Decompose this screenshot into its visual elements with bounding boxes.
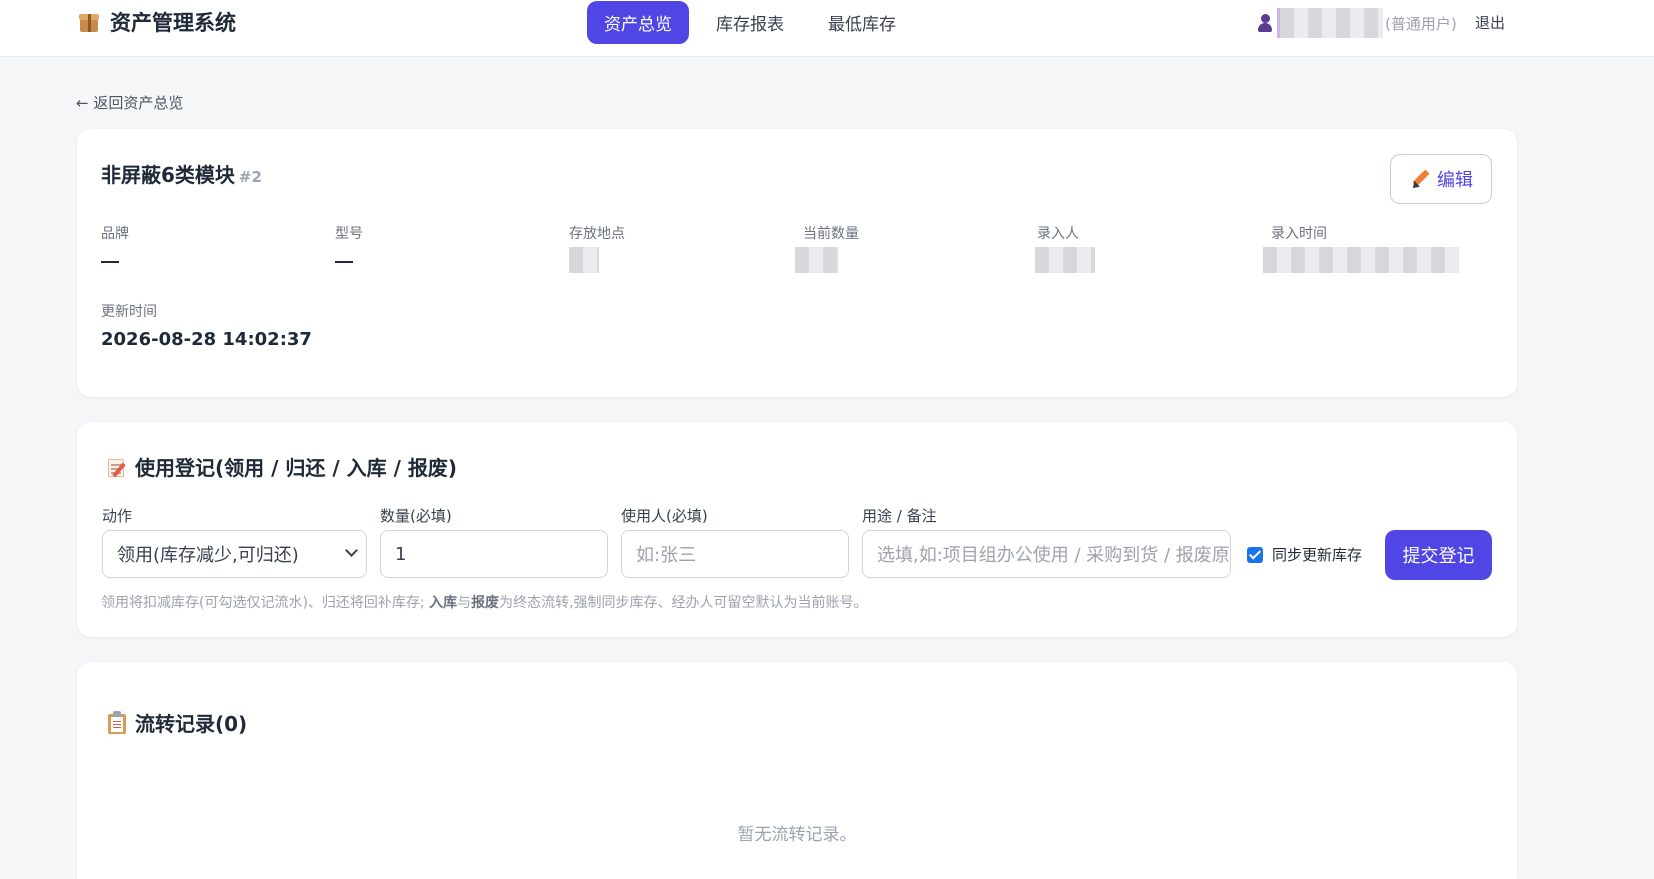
clipboard-icon <box>107 710 127 735</box>
transfer-records-title: 流转记录(0) <box>135 712 248 736</box>
hint-text-3: 为终态流转,强制同步库存、经办人可留空默认为当前账号。 <box>499 595 868 611</box>
sync-inventory-label: 同步更新库存 <box>1272 546 1363 564</box>
package-icon <box>78 12 100 34</box>
action-select-value: 领用(库存减少,可归还) <box>117 545 299 566</box>
brand[interactable]: 资产管理系统 <box>78 10 236 36</box>
main-nav: 资产总览 库存报表 最低库存 <box>587 1 913 44</box>
edit-button[interactable]: 编辑 <box>1390 154 1492 204</box>
pencil-icon <box>1409 168 1431 191</box>
field-model: 型号 <box>335 223 363 263</box>
field-recorded-at-label: 录入时间 <box>1271 226 1327 242</box>
field-recorder: 录入人 <box>1035 223 1095 273</box>
field-brand-label: 品牌 <box>101 226 129 242</box>
field-model-label: 型号 <box>335 226 363 242</box>
user-input[interactable]: 如:张三 <box>621 530 849 578</box>
field-location-label: 存放地点 <box>569 226 625 242</box>
field-quantity: 当前数量 <box>795 223 859 273</box>
quantity-input[interactable]: 1 <box>380 530 608 578</box>
field-model-value <box>335 261 353 263</box>
field-recorded-at-value-redacted <box>1263 247 1459 273</box>
field-updated-at-value: 2026-08-28 14:02:37 <box>101 329 312 350</box>
field-updated-at-label: 更新时间 <box>101 304 157 320</box>
edit-button-label: 编辑 <box>1437 170 1473 191</box>
action-select[interactable]: 领用(库存减少,可归还) <box>102 530 367 578</box>
user-info: (普通用户) <box>1257 8 1457 38</box>
hint-bold-inbound: 入库 <box>429 595 458 611</box>
user-icon <box>1257 13 1273 33</box>
field-quantity-label: 当前数量 <box>803 226 859 242</box>
user-label: 使用人(必填) <box>621 507 708 525</box>
asset-detail-card: 非屏蔽6类模块 #2 编辑 品牌 型号 存放地点 当前数量 录入人 录入时间 更新… <box>77 129 1517 397</box>
field-brand: 品牌 <box>101 223 129 263</box>
field-recorder-value-redacted <box>1035 247 1095 273</box>
transfer-records-heading: 流转记录(0) <box>107 708 247 737</box>
usage-registration-card: 使用登记(领用 / 归还 / 入库 / 报废) 动作 领用(库存减少,可归还) … <box>77 422 1517 637</box>
purpose-input[interactable]: 选填,如:项目组办公使用 / 采购到货 / 报废原因 <box>862 530 1231 578</box>
asset-title: 非屏蔽6类模块 #2 <box>101 159 262 188</box>
logout-link[interactable]: 退出 <box>1475 12 1505 33</box>
field-brand-value <box>101 261 119 263</box>
nav-item-asset-overview[interactable]: 资产总览 <box>587 1 689 44</box>
hint-bold-scrap: 报废 <box>471 595 500 611</box>
nav-item-inventory-report[interactable]: 库存报表 <box>699 1 801 44</box>
user-role: (普通用户) <box>1385 14 1457 33</box>
quantity-label: 数量(必填) <box>380 507 452 525</box>
field-location: 存放地点 <box>569 223 625 273</box>
memo-icon <box>107 456 127 478</box>
field-quantity-value-redacted <box>795 247 839 273</box>
app-title: 资产管理系统 <box>110 11 236 35</box>
chevron-down-icon <box>345 544 358 557</box>
field-updated-at: 更新时间 2026-08-28 14:02:37 <box>101 301 312 350</box>
purpose-input-placeholder: 选填,如:项目组办公使用 / 采购到货 / 报废原因 <box>877 545 1231 566</box>
asset-name: 非屏蔽6类模块 <box>101 163 235 187</box>
purpose-label: 用途 / 备注 <box>862 507 937 525</box>
action-label: 动作 <box>102 507 133 525</box>
sync-inventory-checkbox[interactable]: 同步更新库存 <box>1247 544 1362 565</box>
field-recorded-at: 录入时间 <box>1263 223 1459 273</box>
usage-form-title: 使用登记(领用 / 归还 / 入库 / 报废) <box>135 456 457 480</box>
usage-form-hint: 领用将扣减库存(可勾选仅记流水)、归还将回补库存; 入库与报废为终态流转,强制同… <box>101 592 868 612</box>
field-location-value-redacted <box>569 247 599 273</box>
back-to-overview-link[interactable]: ← 返回资产总览 <box>76 92 183 113</box>
top-navbar: 资产管理系统 资产总览 库存报表 最低库存 (普通用户) 退出 <box>0 0 1654 57</box>
empty-records-note: 暂无流转记录。 <box>737 825 857 845</box>
hint-text-1: 领用将扣减库存(可勾选仅记流水)、归还将回补库存; <box>101 595 430 611</box>
usage-form-heading: 使用登记(领用 / 归还 / 入库 / 报废) <box>107 452 457 481</box>
asset-id: #2 <box>238 168 262 186</box>
transfer-records-card: 流转记录(0) 暂无流转记录。 <box>77 662 1517 879</box>
user-name-redacted <box>1277 8 1383 38</box>
nav-item-min-stock[interactable]: 最低库存 <box>811 1 913 44</box>
submit-registration-button[interactable]: 提交登记 <box>1385 530 1492 580</box>
field-recorder-label: 录入人 <box>1037 226 1079 242</box>
hint-text-2: 与 <box>457 595 472 611</box>
checkbox-checked-icon[interactable] <box>1247 546 1263 563</box>
